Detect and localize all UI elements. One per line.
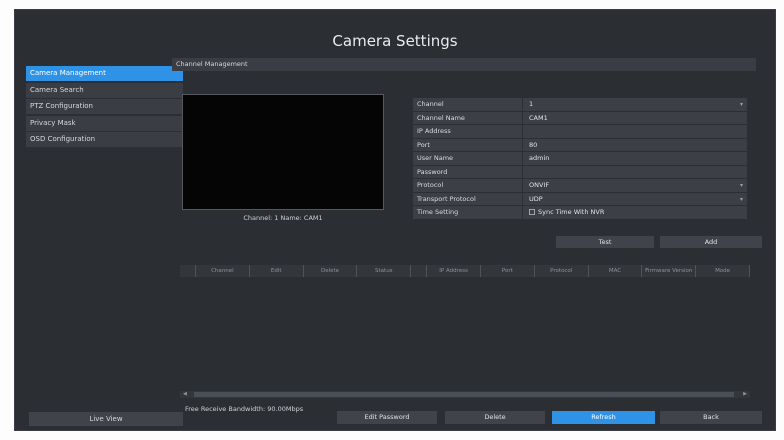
sidebar-item-privacy-mask[interactable]: Privacy Mask <box>26 115 183 131</box>
column-header-port[interactable]: Port <box>481 265 535 277</box>
time-setting-value: Sync Time With NVR <box>522 206 747 219</box>
live-view-button[interactable]: Live View <box>29 412 183 426</box>
scroll-left-icon[interactable]: ◀ <box>183 391 187 398</box>
column-header-spacer <box>411 265 428 277</box>
password-label: Password <box>413 165 522 178</box>
column-header-firmware-version[interactable]: Firmware Version <box>642 265 697 277</box>
channel-label: Channel <box>413 98 522 111</box>
column-header-channel[interactable]: Channel <box>196 265 250 277</box>
refresh-button[interactable]: Refresh <box>552 411 655 424</box>
column-header-ip-address[interactable]: IP Address <box>427 265 481 277</box>
horizontal-scrollbar[interactable]: ◀ ▶ <box>180 391 750 398</box>
column-header-mac[interactable]: MAC <box>589 265 643 277</box>
sync-time-label: Sync Time With NVR <box>538 208 605 216</box>
channel-name-label: Channel Name <box>413 111 522 124</box>
protocol-label: Protocol <box>413 179 522 192</box>
sidebar: Camera Management Camera Search PTZ Conf… <box>26 66 183 149</box>
column-header-protocol[interactable]: Protocol <box>535 265 589 277</box>
channel-select[interactable]: 1 <box>522 98 747 111</box>
window-title: Camera Settings <box>332 32 458 50</box>
form-row-port: Port 80 <box>413 138 747 152</box>
add-button[interactable]: Add <box>660 236 762 248</box>
user-name-field[interactable]: admin <box>522 152 747 165</box>
panel-header: Channel Management <box>172 58 756 71</box>
ip-address-label: IP Address <box>413 125 522 138</box>
sidebar-item-osd-configuration[interactable]: OSD Configuration <box>26 132 183 147</box>
password-field[interactable] <box>522 165 747 178</box>
transport-protocol-select[interactable]: UDP <box>522 192 747 205</box>
sidebar-item-camera-management[interactable]: Camera Management <box>26 66 183 81</box>
form-row-password: Password <box>413 165 747 179</box>
ip-address-field[interactable] <box>522 125 747 138</box>
form-row-user-name: User Name admin <box>413 152 747 166</box>
camera-preview <box>182 94 384 210</box>
camera-table-body <box>180 277 750 387</box>
column-header-delete[interactable]: Delete <box>304 265 358 277</box>
camera-table-header: Channel Edit Delete Status IP Address Po… <box>180 265 750 277</box>
form-row-transport-protocol: Transport Protocol UDP <box>413 192 747 206</box>
form-row-channel-name: Channel Name CAM1 <box>413 111 747 125</box>
channel-name-field[interactable]: CAM1 <box>522 111 747 124</box>
column-header-mode[interactable]: Mode <box>696 265 750 277</box>
column-header-select <box>180 265 196 277</box>
scrollbar-thumb[interactable] <box>194 392 734 397</box>
transport-protocol-label: Transport Protocol <box>413 192 522 205</box>
time-setting-label: Time Setting <box>413 206 522 219</box>
port-field[interactable]: 80 <box>522 138 747 151</box>
bandwidth-status: Free Receive Bandwidth: 90.00Mbps <box>185 405 304 413</box>
camera-form: Channel 1 Channel Name CAM1 IP Address P… <box>413 98 747 220</box>
protocol-select[interactable]: ONVIF <box>522 179 747 192</box>
user-name-label: User Name <box>413 152 522 165</box>
sidebar-item-ptz-configuration[interactable]: PTZ Configuration <box>26 99 183 114</box>
column-header-status[interactable]: Status <box>357 265 412 277</box>
delete-button[interactable]: Delete <box>445 411 545 424</box>
port-label: Port <box>413 138 522 151</box>
back-button[interactable]: Back <box>660 411 762 424</box>
test-button[interactable]: Test <box>556 236 654 248</box>
form-row-time-setting: Time Setting Sync Time With NVR <box>413 206 747 220</box>
form-row-channel: Channel 1 <box>413 98 747 112</box>
sidebar-item-camera-search[interactable]: Camera Search <box>26 82 183 98</box>
edit-password-button[interactable]: Edit Password <box>337 411 437 424</box>
sync-time-checkbox[interactable] <box>529 209 535 215</box>
form-row-protocol: Protocol ONVIF <box>413 179 747 193</box>
column-header-edit[interactable]: Edit <box>250 265 304 277</box>
form-row-ip-address: IP Address <box>413 125 747 139</box>
preview-caption: Channel: 1 Name: CAM1 <box>243 214 323 222</box>
scroll-right-icon[interactable]: ▶ <box>743 391 747 398</box>
